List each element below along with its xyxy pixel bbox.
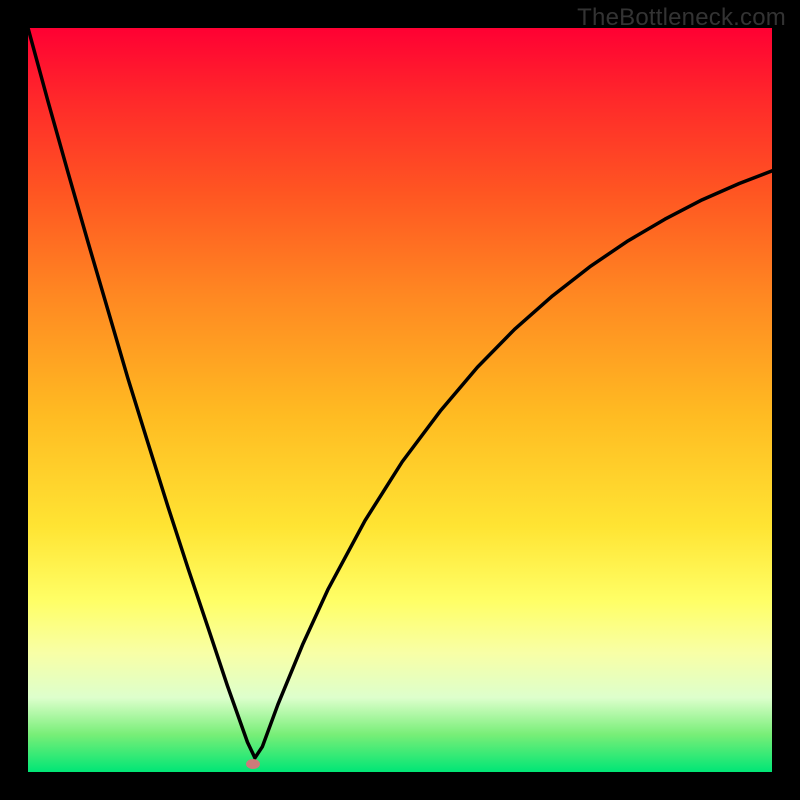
plot-area <box>28 28 772 772</box>
chart-outer: TheBottleneck.com <box>0 0 800 800</box>
bottleneck-curve <box>28 28 772 772</box>
minimum-marker <box>246 759 260 769</box>
watermark-text: TheBottleneck.com <box>577 4 786 32</box>
